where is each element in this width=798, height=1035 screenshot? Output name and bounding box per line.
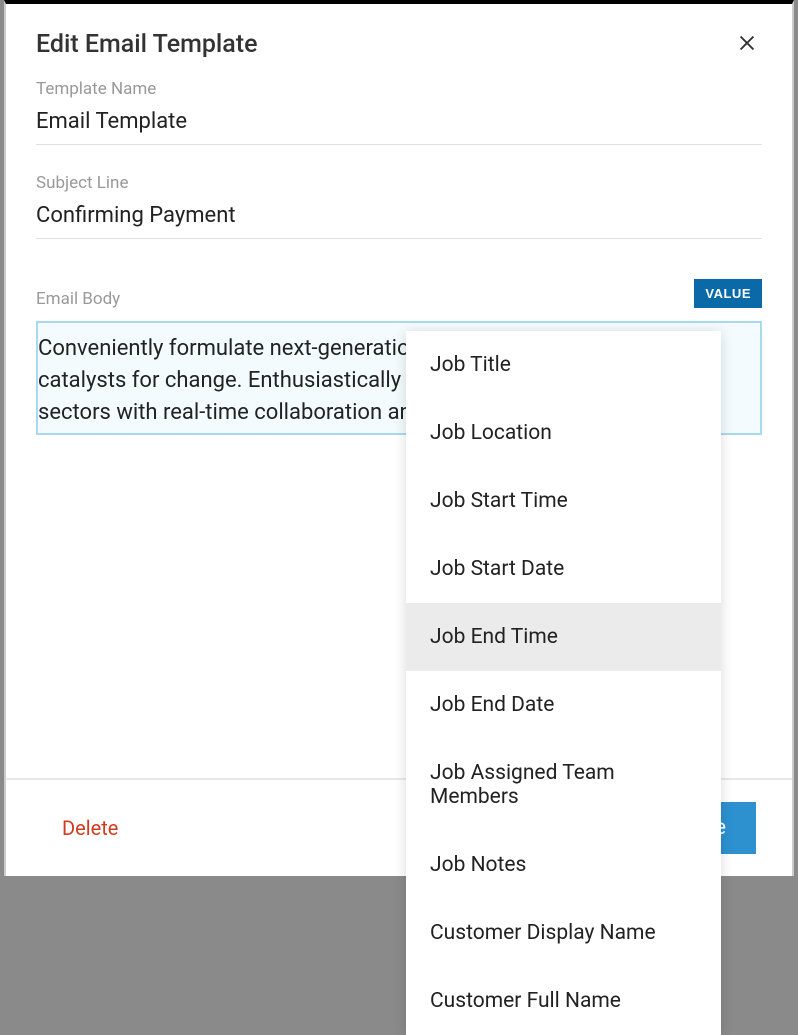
dropdown-item[interactable]: Job Start Date <box>406 535 721 603</box>
dropdown-item[interactable]: Customer Full Name <box>406 967 721 1035</box>
insert-value-button[interactable]: VALUE <box>694 279 762 308</box>
modal-header: Edit Email Template <box>6 4 792 69</box>
template-name-input[interactable] <box>36 107 762 136</box>
subject-line-input[interactable] <box>36 201 762 230</box>
value-dropdown: Job TitleJob LocationJob Start TimeJob S… <box>406 331 721 1035</box>
dropdown-item[interactable]: Job Location <box>406 399 721 467</box>
modal-title: Edit Email Template <box>36 30 258 59</box>
subject-line-field: Subject Line <box>36 173 762 239</box>
edit-template-modal: Edit Email Template Template Name Subjec… <box>4 0 794 876</box>
dropdown-item[interactable]: Job End Date <box>406 671 721 739</box>
subject-line-label: Subject Line <box>36 173 762 193</box>
dropdown-item[interactable]: Job Assigned Team Members <box>406 739 721 831</box>
dropdown-item[interactable]: Job Title <box>406 331 721 399</box>
template-name-field: Template Name <box>36 79 762 145</box>
dropdown-item[interactable]: Job Start Time <box>406 467 721 535</box>
email-body-label: Email Body <box>36 289 762 309</box>
modal-body: Template Name Subject Line VALUE Email B… <box>6 69 792 778</box>
dropdown-item[interactable]: Customer Display Name <box>406 899 721 967</box>
close-icon <box>736 32 758 54</box>
dropdown-item[interactable]: Job Notes <box>406 831 721 899</box>
dropdown-item[interactable]: Job End Time <box>406 603 721 671</box>
template-name-label: Template Name <box>36 79 762 99</box>
close-button[interactable] <box>732 28 762 61</box>
delete-button[interactable]: Delete <box>62 816 118 840</box>
